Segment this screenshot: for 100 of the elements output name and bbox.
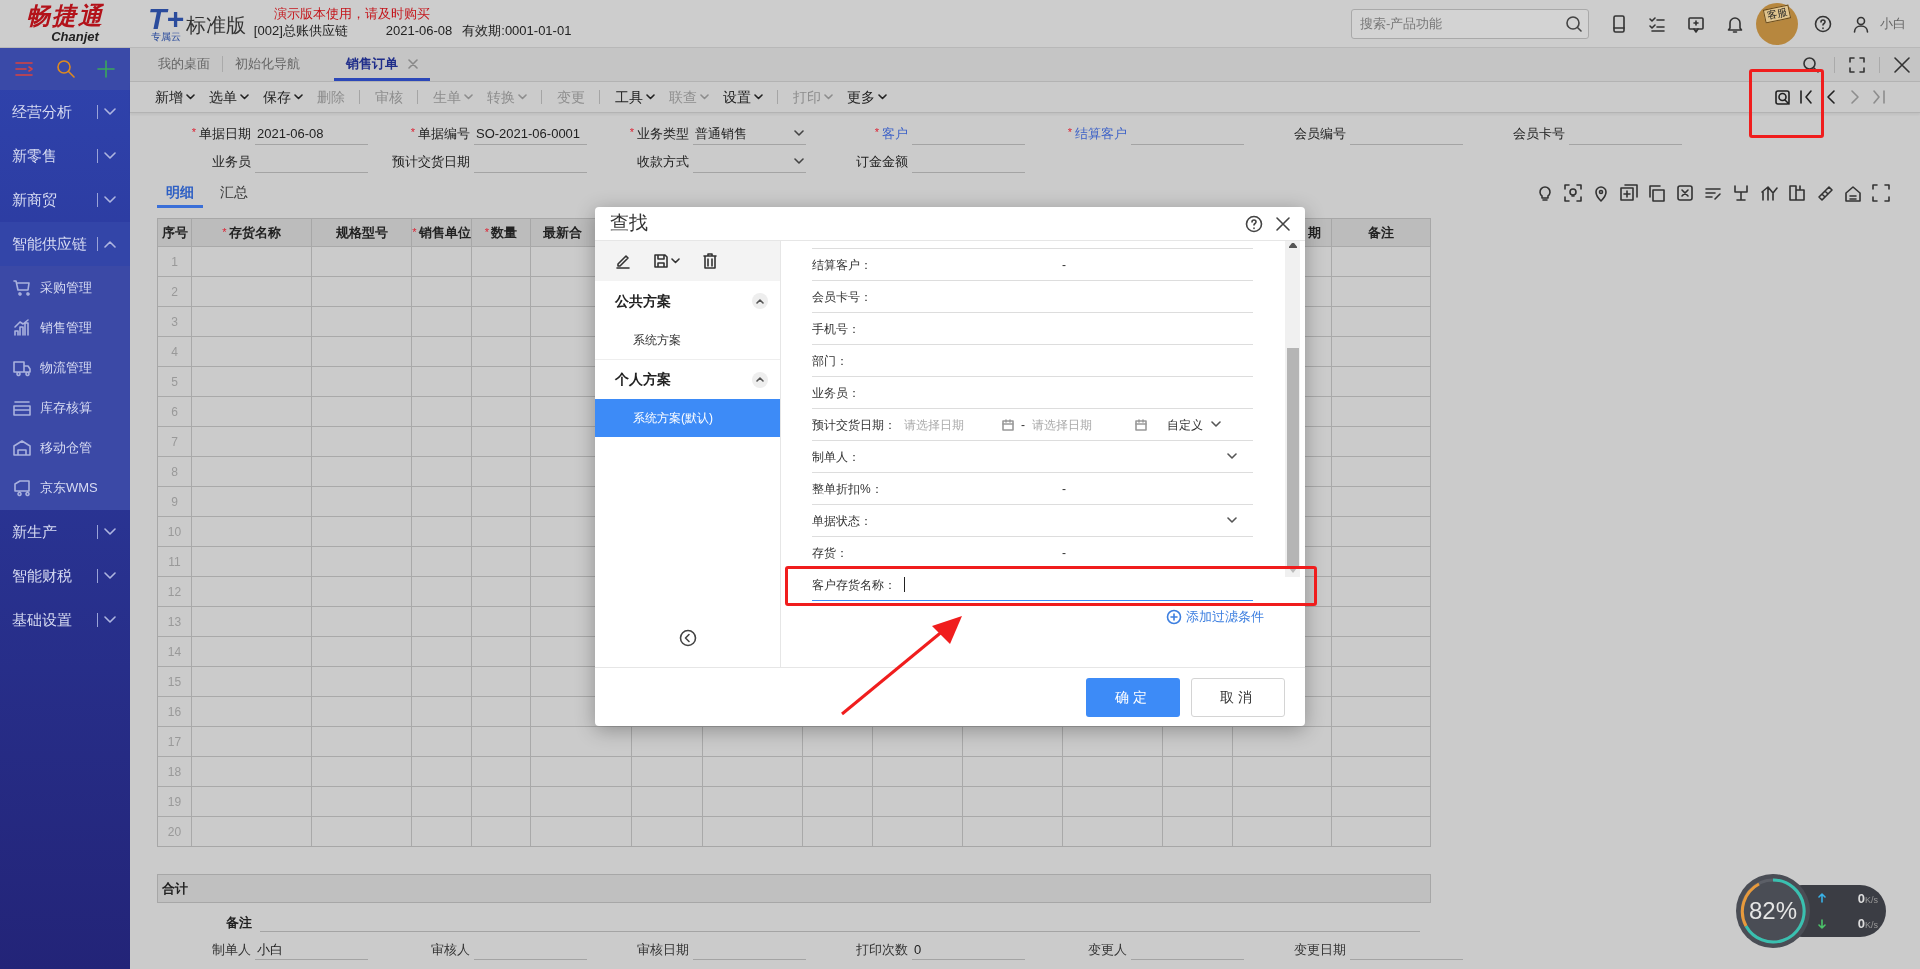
scrollbar[interactable] — [1285, 241, 1300, 577]
toolbar-button[interactable]: 选单 — [202, 84, 256, 110]
range-separator: - — [1062, 544, 1066, 562]
column-header[interactable]: *销售单位 — [412, 219, 472, 246]
warehouse-icon — [12, 438, 32, 458]
range-separator: - — [1021, 416, 1025, 434]
column-header[interactable]: 备注 — [1332, 219, 1431, 246]
chevron-down-icon[interactable] — [1227, 453, 1237, 460]
input-field[interactable]: 2021-06-08 — [255, 123, 368, 145]
group-header[interactable]: 个人方案 — [615, 369, 671, 390]
lightbulb-icon[interactable] — [1536, 184, 1554, 202]
select-field[interactable]: 普通销售 — [693, 123, 806, 145]
input-field: 小白 — [255, 940, 368, 960]
close-icon[interactable] — [1275, 215, 1291, 232]
calendar-icon[interactable] — [1002, 418, 1014, 431]
product-logo: T+ — [148, 5, 184, 32]
sidebar-item[interactable]: 新商贸 — [0, 178, 130, 222]
plus-square-icon[interactable] — [1620, 184, 1638, 202]
tab[interactable]: 明细 — [157, 180, 203, 208]
cart-icon — [12, 278, 32, 298]
input-field: 0 — [912, 940, 1025, 960]
mascot-badge[interactable]: 客服 — [1756, 2, 1798, 45]
copy-icon[interactable] — [1648, 184, 1666, 202]
map-pin-icon[interactable] — [1592, 184, 1610, 202]
add-filter-link[interactable]: 添加过滤条件 — [1166, 607, 1264, 627]
scroll-up-icon[interactable] — [1288, 243, 1297, 248]
checklist-icon[interactable] — [1648, 14, 1666, 33]
collapse-left-icon[interactable] — [678, 629, 697, 647]
chart-icon — [12, 318, 32, 338]
scheme-item[interactable]: 系统方案 — [595, 321, 780, 359]
house-icon[interactable] — [1844, 184, 1862, 202]
sidebar-item[interactable]: 智能财税 — [0, 554, 130, 598]
delete-icon[interactable] — [702, 253, 718, 269]
chevron-icon — [756, 377, 764, 382]
toolbar-button[interactable]: 设置 — [716, 84, 770, 110]
message-icon[interactable] — [1687, 14, 1705, 33]
download-arrow-icon — [1818, 918, 1826, 929]
group-header[interactable]: 公共方案 — [615, 290, 671, 312]
field-label: * 结算客户 — [1066, 125, 1127, 144]
user-name[interactable]: 小白 — [1880, 13, 1906, 34]
chevron-down-icon[interactable] — [1227, 517, 1237, 524]
field-label: * 单据日期 — [190, 125, 251, 144]
user-icon[interactable] — [1852, 14, 1870, 33]
tab[interactable]: 销售订单 — [334, 49, 430, 81]
phone-icon[interactable] — [1611, 14, 1627, 33]
field-label: 会员编号 — [1293, 125, 1346, 144]
select-field[interactable]: 自定义 — [1167, 415, 1221, 434]
collapse-icon[interactable] — [752, 293, 768, 309]
field-label: 会员卡号 — [1512, 125, 1565, 144]
submenu-item[interactable]: 销售管理 — [0, 308, 130, 348]
input-field[interactable]: SO-2021-06-0001 — [474, 123, 587, 145]
column-header[interactable]: *存货名称 — [192, 219, 312, 246]
cancel-document-icon[interactable] — [1676, 184, 1694, 202]
toolbar-button[interactable]: 保存 — [256, 84, 310, 110]
cancel-button[interactable]: 取消 — [1191, 677, 1285, 717]
submenu-item[interactable]: 库存核算 — [0, 388, 130, 428]
save-icon[interactable] — [653, 253, 669, 269]
sidebar-item[interactable]: 新零售 — [0, 134, 130, 178]
help-icon[interactable] — [1245, 214, 1263, 233]
search-field[interactable]: 搜索-产品功能 — [1351, 8, 1589, 39]
tab[interactable]: 我的桌面 — [146, 49, 222, 81]
submenu-item[interactable]: 物流管理 — [0, 348, 130, 388]
column-header[interactable]: 序号 — [158, 219, 192, 246]
sidebar-item[interactable]: 新生产 — [0, 510, 130, 554]
submenu-item[interactable]: 移动仓管 — [0, 428, 130, 468]
sidebar-item[interactable]: 经营分析 — [0, 90, 130, 134]
product-name: 标准版 — [185, 12, 246, 38]
filter-label: 部门： — [812, 352, 848, 370]
chevron-up-icon — [104, 240, 116, 248]
tab[interactable]: 汇总 — [211, 180, 257, 208]
sidebar-item[interactable]: 基础设置 — [0, 598, 130, 642]
toolbar-button[interactable]: 更多 — [840, 84, 894, 110]
bar-chart-icon[interactable] — [1760, 184, 1778, 202]
column-header[interactable]: *数量 — [472, 219, 531, 246]
scan-frame-icon[interactable] — [1564, 184, 1582, 202]
fullscreen-icon[interactable] — [1849, 57, 1865, 73]
account-name: [002]总账供应链 — [253, 21, 348, 39]
submenu-item[interactable]: 京东WMS — [0, 468, 130, 508]
caret-icon — [294, 94, 303, 100]
field-label: 订金金额 — [855, 153, 908, 172]
sidebar-item[interactable]: 智能供应链 — [0, 222, 130, 266]
toolbar-button[interactable]: 工具 — [592, 84, 662, 110]
chevron-down-icon — [104, 616, 116, 624]
search-icon[interactable] — [1802, 56, 1820, 74]
search-document-icon[interactable] — [1774, 88, 1792, 106]
help-icon[interactable] — [1814, 14, 1832, 33]
field-label: 打印次数 — [855, 941, 908, 960]
edit-icon[interactable] — [615, 253, 631, 269]
filter-label: 存货： — [812, 544, 848, 562]
submenu-item[interactable]: 采购管理 — [0, 268, 130, 308]
toolbar-button[interactable]: 新增 — [148, 84, 202, 110]
tab[interactable]: 初始化导航 — [223, 49, 312, 81]
fullscreen-icon[interactable] — [1872, 184, 1890, 202]
collapse-icon[interactable] — [752, 371, 768, 388]
column-header[interactable]: 规格型号 — [312, 219, 412, 246]
ruler-icon[interactable] — [1816, 184, 1834, 202]
bell-icon[interactable] — [1726, 14, 1744, 33]
close-icon[interactable] — [1894, 57, 1910, 73]
calendar-icon[interactable] — [1135, 418, 1147, 431]
chevron-down-icon — [104, 152, 116, 160]
